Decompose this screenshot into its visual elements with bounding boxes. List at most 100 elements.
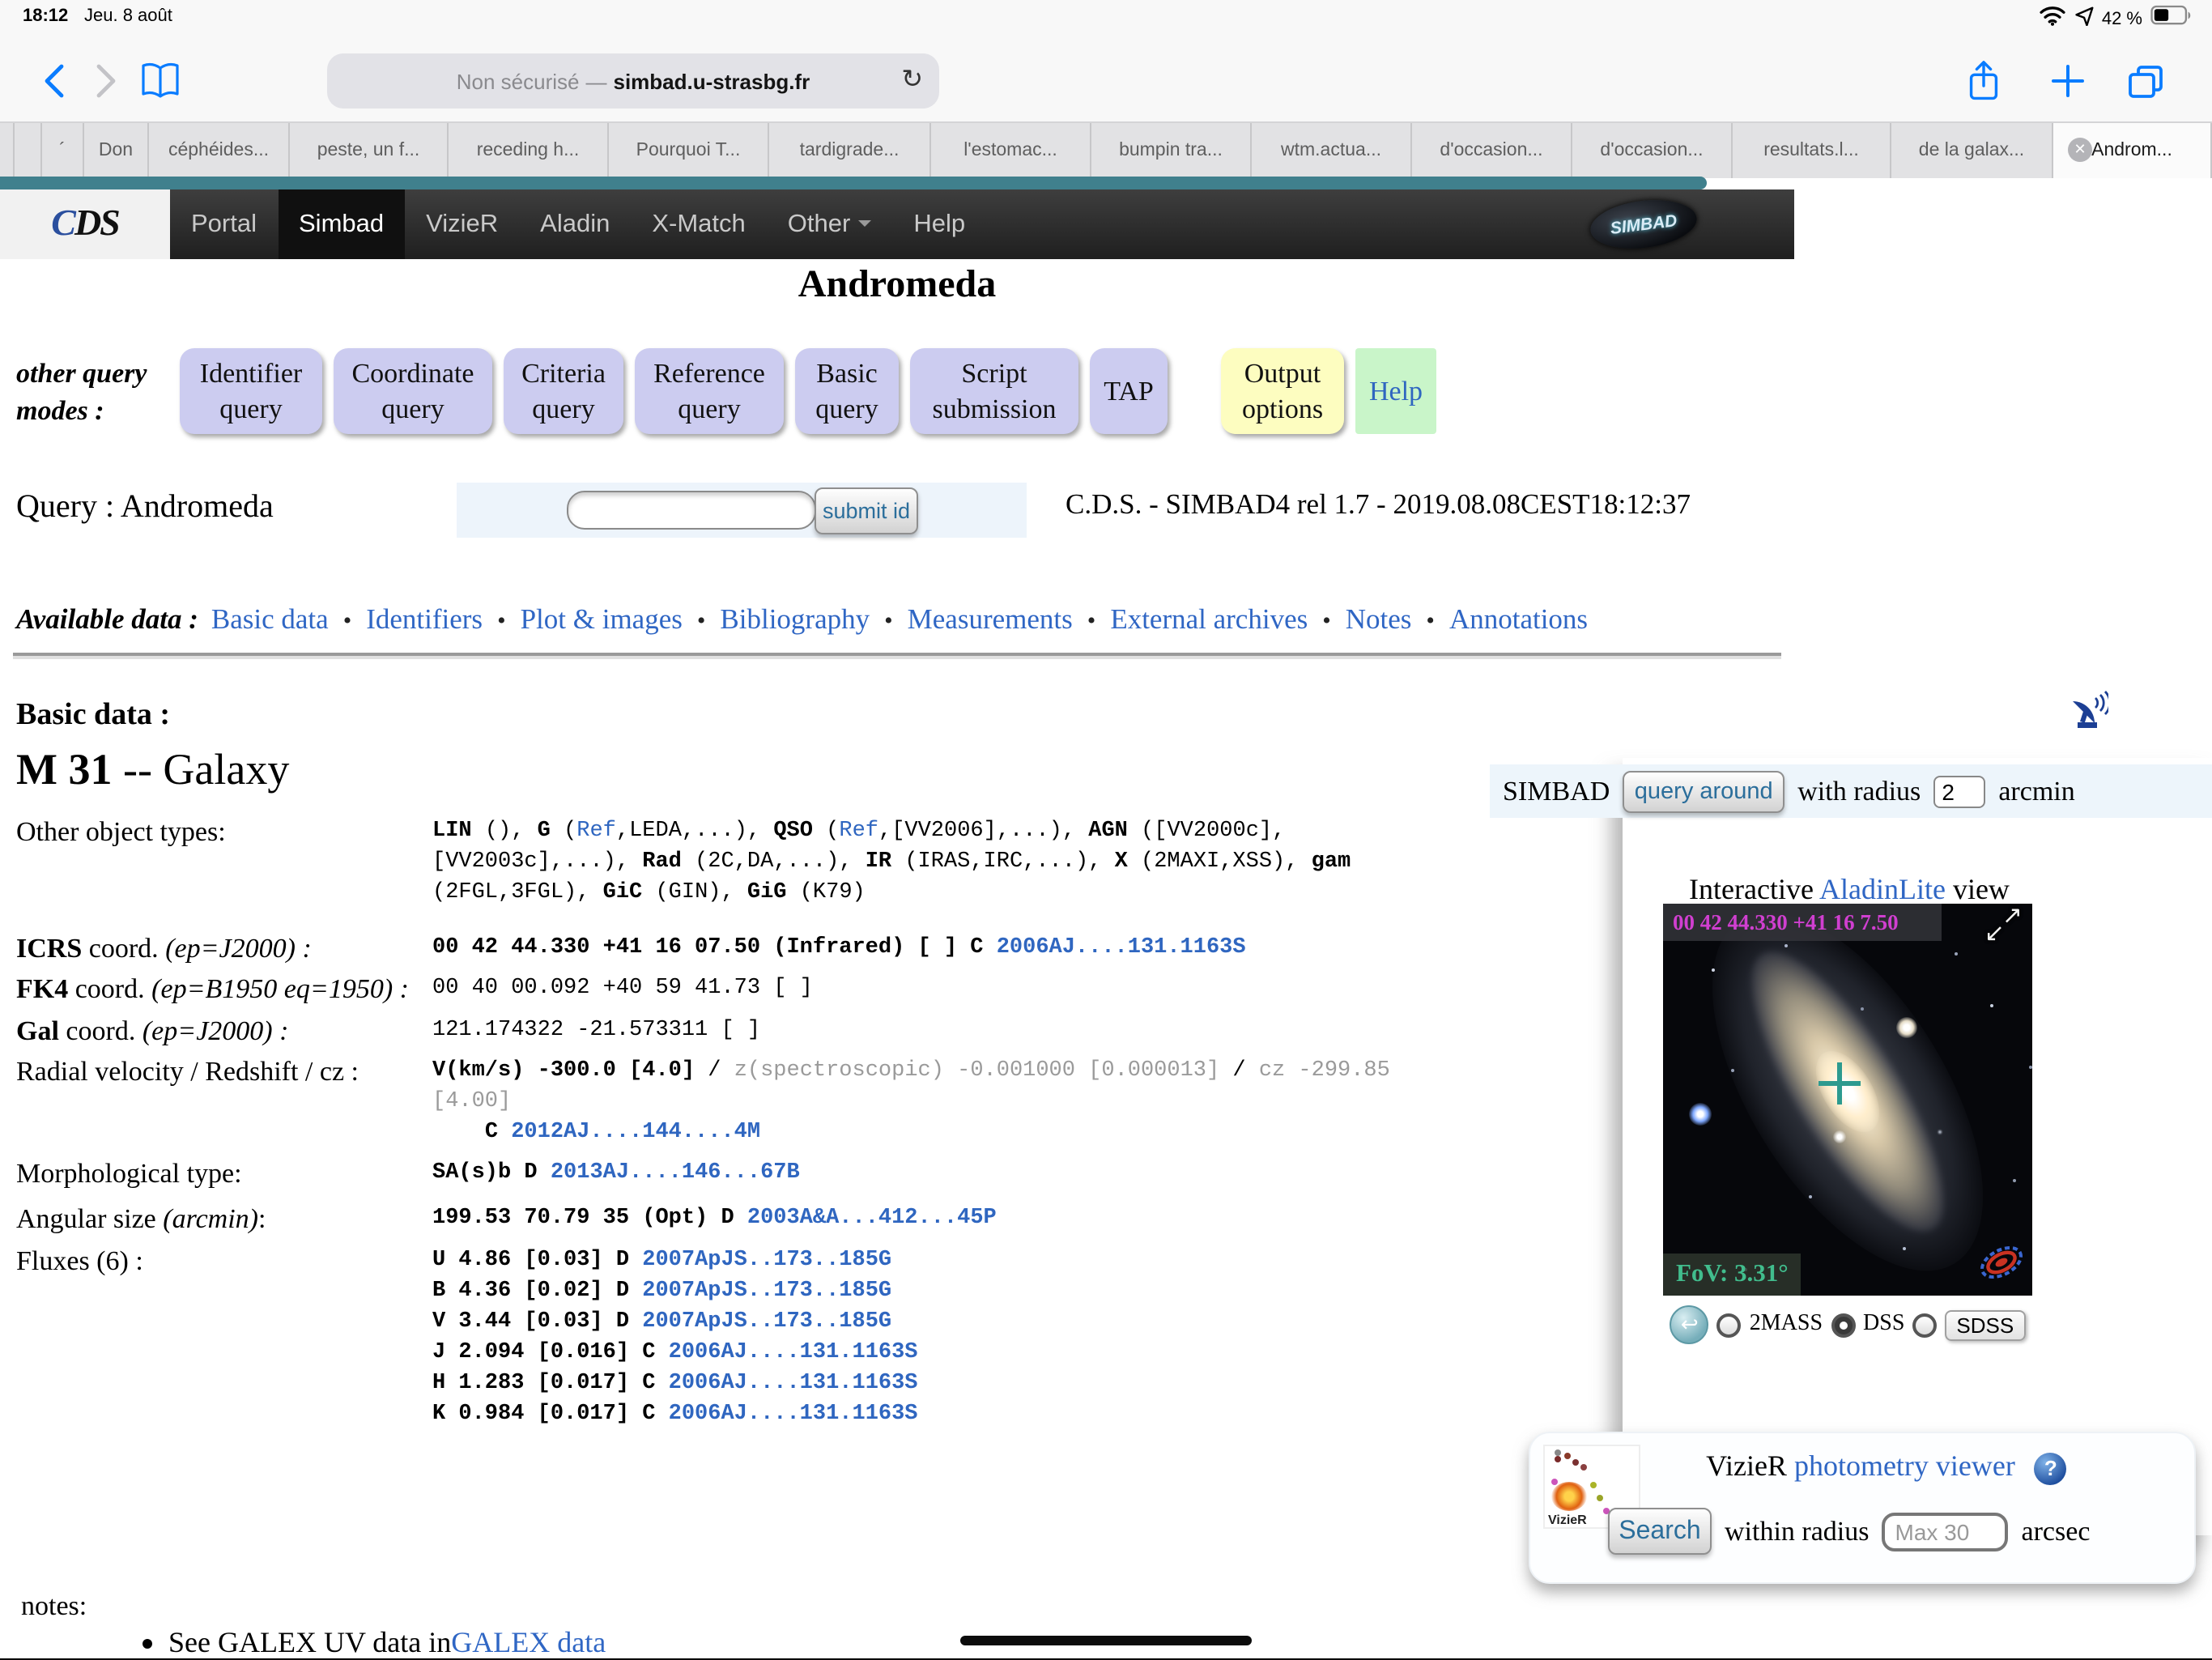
undo-button[interactable]: ↩: [1670, 1305, 1709, 1344]
tap-button[interactable]: TAP: [1090, 348, 1168, 434]
tabs-overview-icon[interactable]: [2125, 58, 2167, 104]
close-tab-icon[interactable]: ✕: [2068, 138, 2092, 162]
available-data-link[interactable]: Identifiers: [366, 602, 483, 636]
bookmarks-icon[interactable]: [139, 58, 181, 104]
simbad-page: Andromeda other query modes : Identifier…: [0, 259, 2212, 1658]
available-data-link[interactable]: •: [343, 609, 352, 636]
output-options-button[interactable]: Output options: [1221, 348, 1344, 434]
browser-tab[interactable]: [0, 123, 15, 178]
browser-tab[interactable]: receding h...: [449, 123, 609, 178]
query-around-button[interactable]: query around: [1623, 770, 1785, 812]
browser-tab[interactable]: céphéides...: [149, 123, 290, 178]
browser-tab[interactable]: peste, un f...: [290, 123, 449, 178]
arcsec-unit: arcsec: [2021, 1515, 2091, 1546]
row-label-text: Fluxes (6) :: [16, 1245, 143, 1276]
identifier-input[interactable]: [567, 491, 816, 530]
back-button[interactable]: [32, 58, 74, 104]
reference-query-button[interactable]: Reference query: [635, 348, 784, 434]
criteria-query-button[interactable]: Criteria query: [504, 348, 623, 434]
survey-2mass-label: 2MASS: [1749, 1312, 1823, 1336]
reload-icon[interactable]: ↻: [901, 63, 923, 94]
basic-data-table: Other object types: LIN (), G (Ref,LEDA,…: [16, 816, 1619, 1430]
nav-aladin[interactable]: Aladin: [519, 189, 631, 259]
browser-tab[interactable]: tardigrade...: [769, 123, 931, 178]
radio-telescope-icon[interactable]: [2069, 687, 2112, 737]
survey-sdss-button[interactable]: SDSS: [1945, 1309, 2026, 1340]
url-field[interactable]: Non sécurisé — simbad.u-strasbg.fr ↻: [327, 53, 939, 109]
nav-vizier[interactable]: VizieR: [405, 189, 519, 259]
browser-tab[interactable]: de la galax...: [1891, 123, 2053, 178]
row-icrs-coord: ICRS coord. (ep=J2000) : 00 42 44.330 +4…: [16, 933, 1619, 966]
cds-logo[interactable]: CDS: [0, 189, 170, 259]
nav-xmatch[interactable]: X-Match: [631, 189, 766, 259]
available-data-link[interactable]: •: [697, 609, 706, 636]
value-text: Ref: [839, 819, 878, 844]
search-button[interactable]: Search: [1608, 1508, 1712, 1555]
home-indicator[interactable]: [960, 1636, 1252, 1645]
aladin-logo[interactable]: [1977, 1244, 2026, 1289]
available-data-link[interactable]: •: [1322, 609, 1331, 636]
available-data-link[interactable]: •: [1087, 609, 1096, 636]
help-question-icon[interactable]: ?: [2034, 1452, 2067, 1485]
browser-tab[interactable]: bumpin tra...: [1091, 123, 1252, 178]
nav-help[interactable]: Help: [892, 189, 986, 259]
available-data-link[interactable]: •: [884, 609, 893, 636]
browser-tab[interactable]: Don: [84, 123, 149, 178]
active-tab[interactable]: ✕ Androm...: [2053, 123, 2212, 178]
radius-input[interactable]: [1933, 775, 1986, 807]
coordinate-query-button[interactable]: Coordinate query: [334, 348, 492, 434]
browser-tab[interactable]: l'estomac...: [931, 123, 1091, 178]
available-data-link[interactable]: External archives: [1110, 602, 1308, 636]
available-data-link[interactable]: Basic data: [211, 602, 329, 636]
available-data-link[interactable]: •: [497, 609, 506, 636]
available-data-link[interactable]: Annotations: [1449, 602, 1588, 636]
vizier-radius-input[interactable]: [1882, 1512, 2009, 1551]
available-data-link[interactable]: Notes: [1346, 602, 1412, 636]
nav-portal[interactable]: Portal: [170, 189, 278, 259]
status-time: 18:12: [23, 6, 69, 26]
photometry-viewer-link[interactable]: photometry viewer: [1794, 1449, 2015, 1482]
available-data-link[interactable]: •: [1426, 609, 1435, 636]
row-label-text: Gal: [16, 1015, 59, 1046]
query-label: Query : Andromeda: [16, 489, 274, 525]
fullscreen-icon[interactable]: ↗ ↙: [1977, 904, 2026, 952]
available-data-link[interactable]: Measurements: [908, 602, 1073, 636]
aladinlite-link[interactable]: AladinLite: [1819, 873, 1946, 905]
galex-data-link[interactable]: GALEX data: [451, 1626, 606, 1660]
object-type: -- Galaxy: [112, 745, 290, 794]
help-button[interactable]: Help: [1355, 348, 1436, 434]
browser-tab[interactable]: resultats.l...: [1733, 123, 1891, 178]
vizier-mini-logo: VizieR: [1548, 1482, 1590, 1527]
value-text: G: [537, 819, 551, 844]
available-data-link[interactable]: Bibliography: [720, 602, 870, 636]
value-text: 2007ApJS..173..185G: [642, 1309, 892, 1334]
new-tab-icon[interactable]: [2047, 58, 2089, 104]
value-text: Ref: [576, 819, 616, 844]
browser-tab[interactable]: Pourquoi T...: [609, 123, 769, 178]
simbad-version: C.D.S. - SIMBAD4 rel 1.7 - 2019.08.08CES…: [1066, 487, 1691, 520]
aladinlite-view[interactable]: 00 42 44.330 +41 16 7.50 ↗ ↙ FoV: 3.31°: [1663, 904, 2032, 1296]
browser-tab[interactable]: [15, 123, 42, 178]
script-submission-button[interactable]: Script submission: [910, 348, 1078, 434]
with-radius-label: with radius: [1797, 775, 1921, 806]
identifier-query-button[interactable]: Identifier query: [180, 348, 322, 434]
value-text: cz -299.85: [1258, 1059, 1390, 1084]
browser-tab[interactable]: wtm.actua...: [1252, 123, 1412, 178]
basic-query-button[interactable]: Basic query: [795, 348, 899, 434]
share-icon[interactable]: [1963, 58, 2005, 104]
browser-tab[interactable]: ´: [42, 123, 84, 178]
value-text: [VV2003c],...),: [432, 850, 643, 875]
value-text: 2007ApJS..173..185G: [642, 1248, 892, 1273]
radio-2mass[interactable]: [1716, 1313, 1742, 1337]
browser-tab[interactable]: d'occasion...: [1412, 123, 1572, 178]
forward-button[interactable]: [84, 58, 126, 104]
nav-simbad[interactable]: Simbad: [278, 189, 406, 259]
nav-other[interactable]: Other: [767, 189, 893, 259]
submit-id-button[interactable]: submit id: [815, 487, 918, 534]
radio-sdss[interactable]: [1912, 1313, 1938, 1337]
browser-tab[interactable]: d'occasion...: [1572, 123, 1733, 178]
value-text: [4.00]: [432, 1090, 512, 1115]
vizier-title: VizieR photometry viewer?: [1644, 1449, 2129, 1485]
available-data-link[interactable]: Plot & images: [521, 602, 683, 636]
radio-dss[interactable]: [1831, 1313, 1856, 1337]
